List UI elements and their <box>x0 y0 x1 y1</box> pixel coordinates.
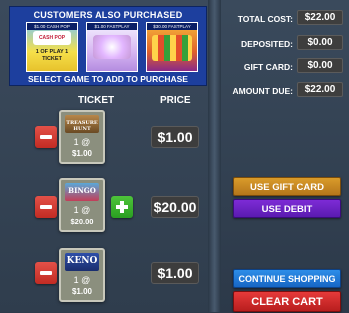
promo-caption: $30.00 FASTPLAY <box>147 23 197 30</box>
minus-icon <box>40 271 52 275</box>
promo-caption: $1.00 CASH POP <box>27 23 77 30</box>
gift-card-label: GIFT CARD: <box>243 62 293 72</box>
promo-game-cash-pop[interactable]: $1.00 CASH POP CASH POP 1 OF PLAY 1 TICK… <box>26 22 78 72</box>
total-cost-label: TOTAL COST: <box>237 14 293 24</box>
promo-game-fastplay-1[interactable]: $1.00 FASTPLAY <box>86 22 138 72</box>
deposited-label: DEPOSITED: <box>241 39 293 49</box>
promo-game-fastplay-30[interactable]: $30.00 FASTPLAY <box>146 22 198 72</box>
panel-divider <box>208 0 221 312</box>
remove-ticket-button[interactable] <box>35 126 57 148</box>
add-ticket-button[interactable] <box>111 196 133 218</box>
promo-caption: $1.00 FASTPLAY <box>87 23 137 30</box>
ticket-tile: BINGO 1 @ $20.00 <box>59 178 105 232</box>
gift-card-value: $0.00 <box>297 58 343 73</box>
ticket-unit-price: $20.00 <box>70 217 94 226</box>
game-logo: BINGO <box>65 183 99 201</box>
line-price: $1.00 <box>151 262 199 284</box>
game-logo-text: TREASURE HUNT <box>66 120 98 132</box>
total-cost-value: $22.00 <box>297 10 343 25</box>
promo-art-text: 1 OF PLAY 1 TICKET <box>35 49 69 62</box>
amount-due-label: AMOUNT DUE: <box>232 86 293 96</box>
game-logo-text: KENO <box>66 256 98 266</box>
upsell-banner: CUSTOMERS ALSO PURCHASED $1.00 CASH POP … <box>9 6 207 86</box>
minus-icon <box>40 135 52 139</box>
minus-icon <box>40 205 52 209</box>
line-price: $20.00 <box>151 196 199 218</box>
ticket-quantity: 1 @ <box>73 137 91 147</box>
remove-ticket-button[interactable] <box>35 262 57 284</box>
game-logo: KENO <box>65 253 99 271</box>
game-logo-text: BINGO <box>68 186 96 195</box>
ticket-quantity: 1 @ <box>73 275 91 285</box>
use-gift-card-button[interactable]: USE GIFT CARD <box>233 177 341 196</box>
upsell-instruction: SELECT GAME TO ADD TO PURCHASE <box>28 74 188 84</box>
ticket-unit-price: $1.00 <box>71 287 93 296</box>
promo-art <box>93 35 131 59</box>
column-header-price: PRICE <box>160 95 191 106</box>
promo-art: CASH POP <box>33 31 71 45</box>
use-debit-button[interactable]: USE DEBIT <box>233 199 341 218</box>
ticket-tile: TREASURE HUNT 1 @ $1.00 <box>59 110 105 164</box>
deposited-value: $0.00 <box>297 35 343 50</box>
clear-cart-button[interactable]: CLEAR CART <box>233 291 341 312</box>
plus-icon-vertical <box>120 201 124 213</box>
column-header-ticket: TICKET <box>78 95 115 106</box>
amount-due-value: $22.00 <box>297 82 343 97</box>
ticket-unit-price: $1.00 <box>71 149 93 158</box>
ticket-quantity: 1 @ <box>73 205 91 215</box>
ticket-tile: KENO 1 @ $1.00 <box>59 248 105 302</box>
continue-shopping-button[interactable]: CONTINUE SHOPPING <box>233 269 341 288</box>
line-price: $1.00 <box>151 126 199 148</box>
game-logo: TREASURE HUNT <box>65 115 99 133</box>
remove-ticket-button[interactable] <box>35 196 57 218</box>
upsell-title: CUSTOMERS ALSO PURCHASED <box>33 10 183 20</box>
promo-art <box>152 35 192 61</box>
